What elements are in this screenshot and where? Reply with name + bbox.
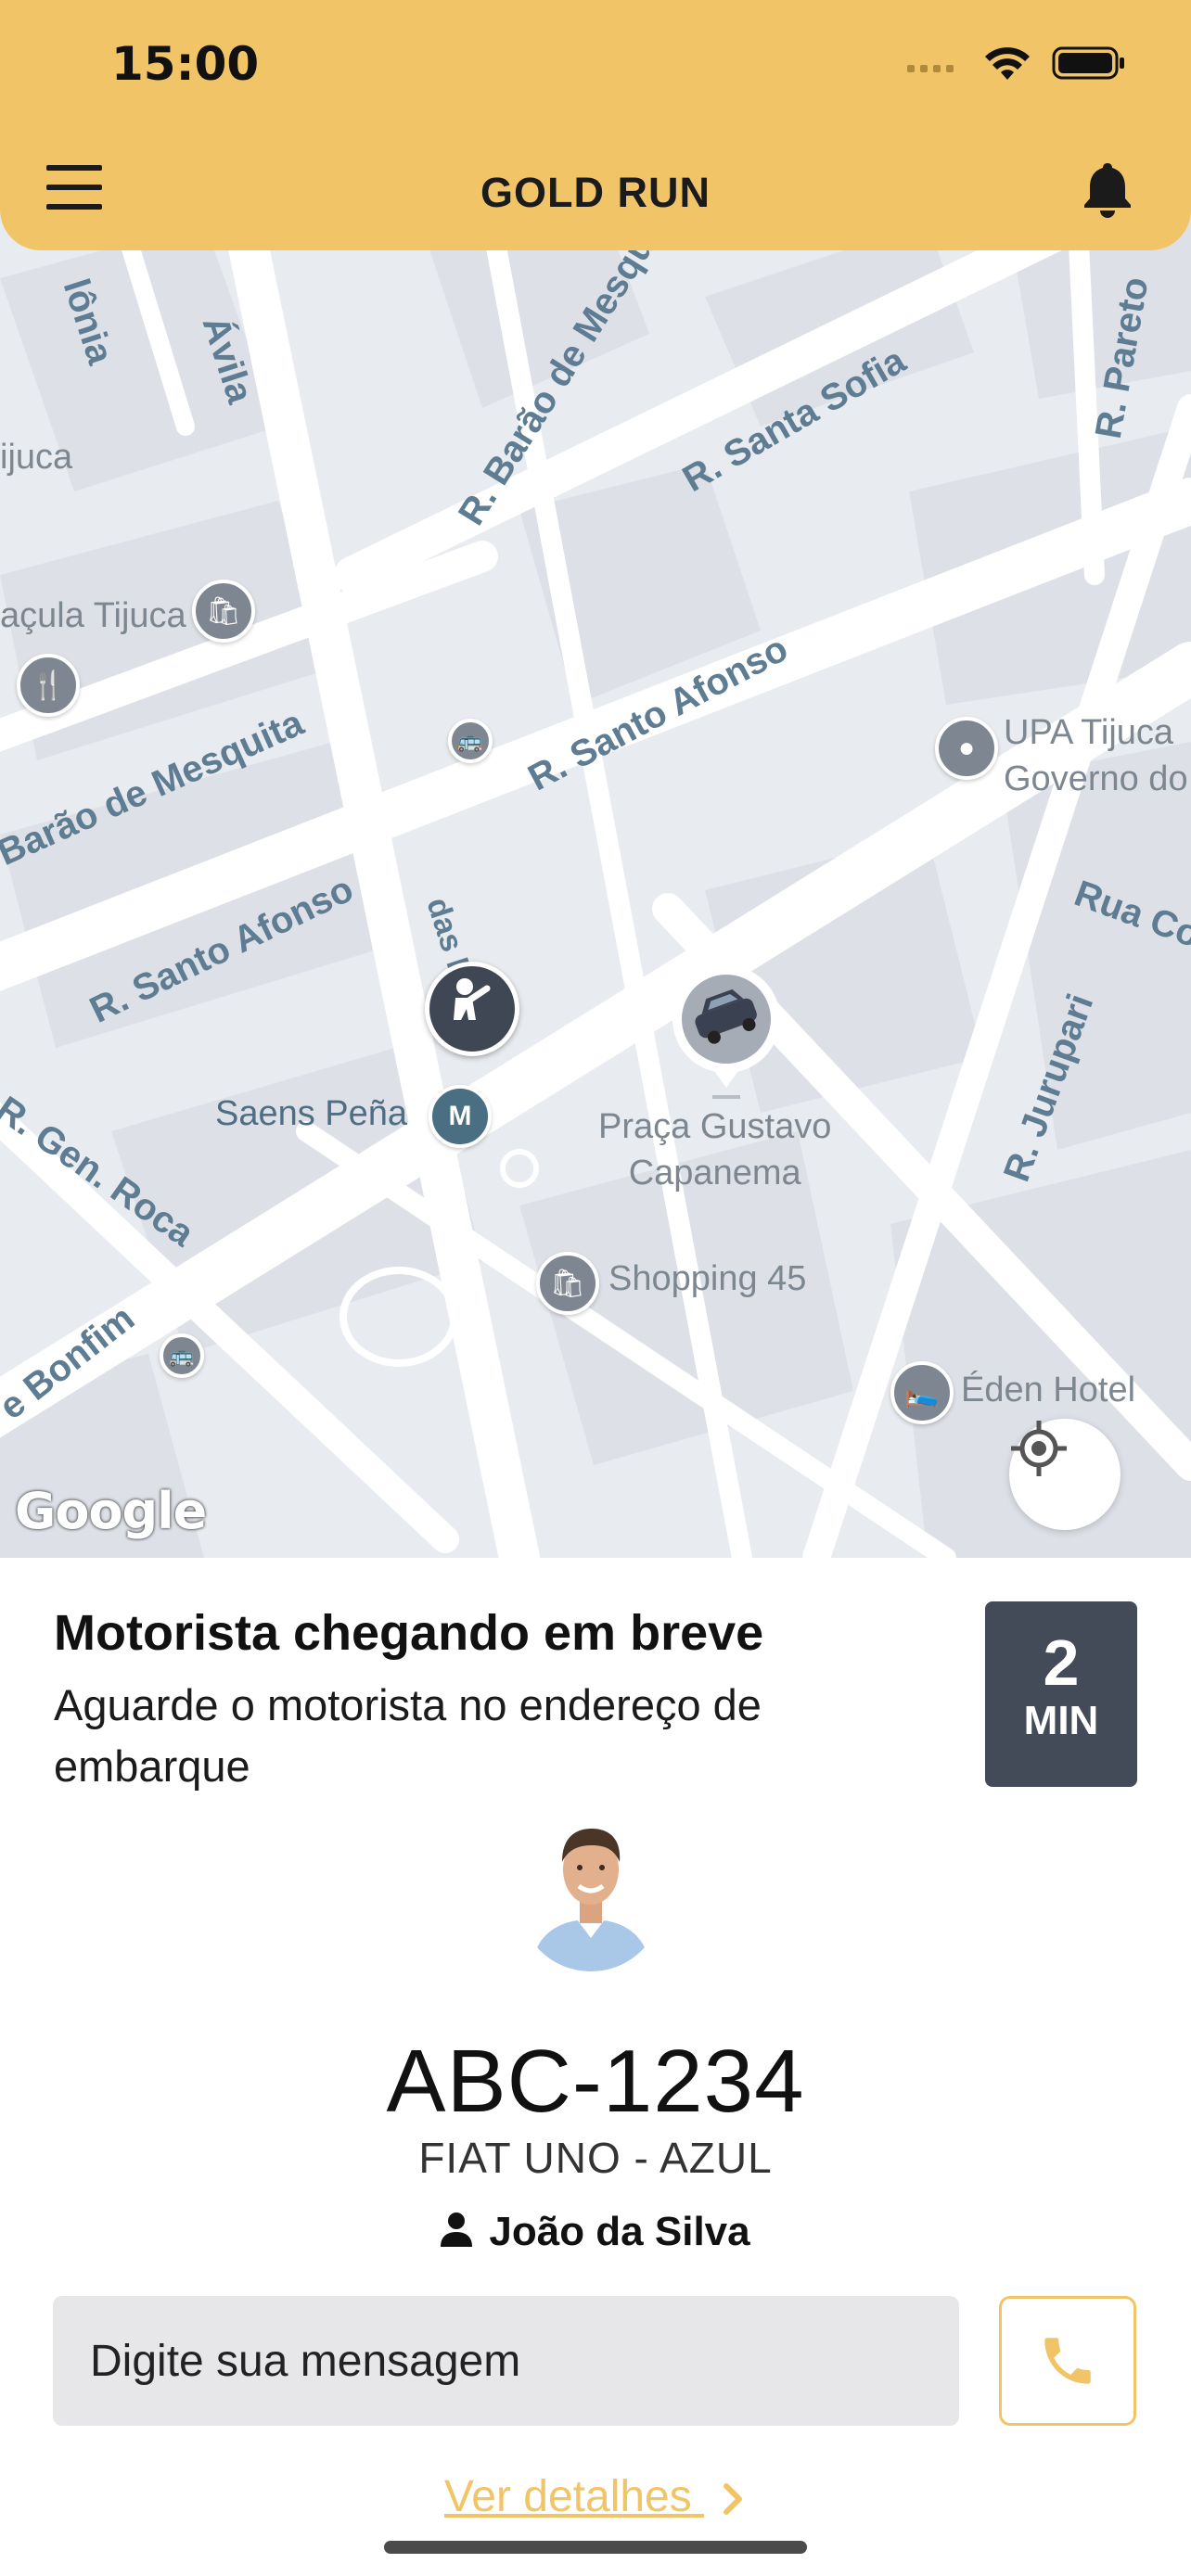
app-title: GOLD RUN [480,169,711,216]
status-icons [907,45,1126,82]
bus-stop-icon[interactable]: 🚌 [448,719,493,763]
trip-status-subtitle: Aguarde o motorista no endereço de embar… [54,1680,762,1791]
chevron-right-icon [724,2483,743,2516]
poi-label: açula Tijuca [0,596,186,635]
eta-value: 2 [1043,1626,1080,1699]
poi-label: UPA Tijuca Governo do [1004,713,1188,798]
poi-label: Praça Gustavo Capanema [598,1107,832,1192]
app-header: 15:00 GOLD RUN [0,0,1191,250]
poi-label: Saens Peña [215,1094,408,1133]
hotel-icon[interactable]: 🛌 [890,1361,954,1424]
my-location-button[interactable] [1009,1419,1121,1530]
waving-person-icon [454,978,491,1020]
signal-icon [907,65,954,72]
crosshair-icon [1011,1421,1067,1476]
bus-stop-icon[interactable]: 🚌 [160,1333,204,1378]
home-indicator [384,2541,807,2554]
poi-label: Shopping 45 [608,1259,807,1298]
shopping-bag-icon[interactable]: 🛍 [192,580,255,643]
eta-badge: 2 MIN [985,1601,1137,1787]
location-pin-icon[interactable]: ● [935,717,998,780]
trip-status-title: Motorista chegando em breve [54,1605,764,1661]
driver-info: João da Silva [0,2209,1191,2257]
call-button[interactable] [999,2296,1136,2426]
map-view[interactable]: R. Barão de Mesquita R. Santa Sofia R. P… [0,185,1191,1558]
message-input[interactable] [53,2296,959,2426]
battery-icon [1052,46,1124,80]
poi-label: Éden Hotel [961,1371,1136,1409]
driver-car-marker[interactable] [666,962,787,1101]
bell-icon [1084,163,1131,218]
passenger-marker[interactable] [425,962,519,1056]
status-time: 15:00 [111,37,260,91]
restaurant-icon[interactable]: 🍴 [17,654,80,717]
vehicle-description: FIAT UNO - AZUL [418,2134,773,2182]
google-logo: Google [15,1482,207,1540]
notifications-button[interactable] [1080,159,1135,219]
shopping-bag-icon[interactable]: 🛍 [536,1252,599,1315]
metro-icon[interactable]: M [429,1085,492,1148]
car-icon [672,965,780,1099]
wifi-icon [985,47,1030,80]
driver-name: João da Silva [489,2209,750,2254]
vehicle-plate: ABC-1234 [386,2032,805,2131]
driver-avatar [521,1816,660,1971]
street-label: ijuca [0,438,73,477]
person-icon [441,2211,473,2257]
phone-icon [1044,2338,1091,2384]
view-details-link[interactable]: Ver detalhes [0,2471,1191,2522]
view-details-label: Ver detalhes [443,2472,692,2521]
eta-unit: MIN [1023,1698,1099,1743]
